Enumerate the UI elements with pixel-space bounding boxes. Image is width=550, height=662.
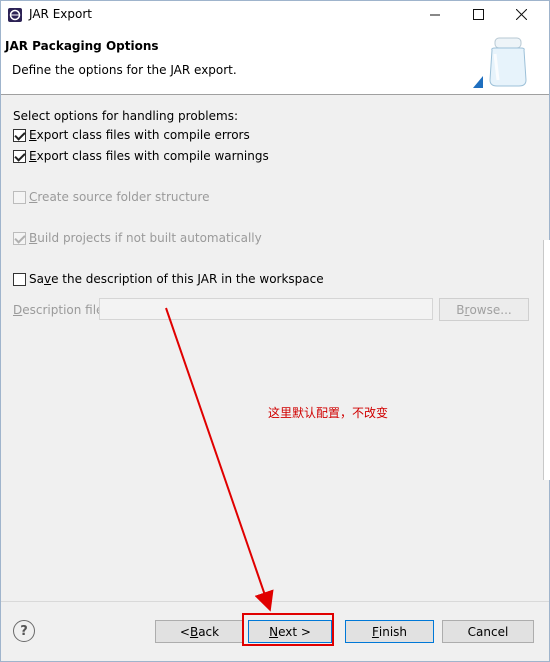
back-button[interactable]: < Back xyxy=(155,620,244,643)
description-file-input[interactable] xyxy=(99,298,433,320)
browse-button[interactable]: Br owse... xyxy=(439,298,529,321)
problems-group-label: Select options for handling problems: xyxy=(13,109,238,123)
description-file-label: Description file: xyxy=(13,303,108,317)
build-projects-label: Build projects if not built automaticall… xyxy=(29,231,262,245)
source-folder-label: Create source folder structure xyxy=(29,190,210,204)
background-window-edge xyxy=(543,240,550,480)
source-folder-option[interactable]: Create source folder structure xyxy=(13,189,209,205)
cancel-button[interactable]: Cancel xyxy=(442,620,534,643)
export-errors-option[interactable]: Export class files with compile errors xyxy=(13,127,250,143)
source-folder-checkbox[interactable] xyxy=(13,190,26,204)
help-icon[interactable]: ? xyxy=(13,620,35,642)
jar-icon xyxy=(471,36,531,90)
export-warnings-checkbox[interactable] xyxy=(13,149,26,163)
close-button[interactable] xyxy=(498,1,544,28)
minimize-icon xyxy=(430,14,440,15)
maximize-icon xyxy=(472,9,484,20)
window-title: JAR Export xyxy=(29,7,92,21)
export-errors-label: Export class files with compile errors xyxy=(29,128,250,142)
maximize-button[interactable] xyxy=(455,1,501,28)
annotation-highlight-box xyxy=(242,613,334,646)
save-description-label: Save the description of this JAR in the … xyxy=(29,272,324,286)
save-description-option[interactable]: Save the description of this JAR in the … xyxy=(13,271,324,287)
options-panel: Select options for handling problems: Ex… xyxy=(1,96,549,601)
export-errors-checkbox[interactable] xyxy=(13,128,26,142)
build-projects-option[interactable]: Build projects if not built automaticall… xyxy=(13,230,262,246)
annotation-note: 这里默认配置，不改变 xyxy=(268,406,389,420)
wizard-header: JAR Packaging Options Define the options… xyxy=(1,28,549,95)
build-projects-checkbox[interactable] xyxy=(13,231,26,245)
export-warnings-option[interactable]: Export class files with compile warnings xyxy=(13,148,269,164)
minimize-button[interactable] xyxy=(412,1,458,28)
close-icon xyxy=(515,9,527,20)
page-title: JAR Packaging Options xyxy=(5,39,159,53)
page-description: Define the options for the JAR export. xyxy=(12,63,237,77)
eclipse-icon xyxy=(7,7,23,23)
jar-export-dialog: JAR Export JAR Packaging Options Define … xyxy=(0,0,550,662)
finish-button[interactable]: Finish xyxy=(345,620,434,643)
export-warnings-label: Export class files with compile warnings xyxy=(29,149,269,163)
save-description-checkbox[interactable] xyxy=(13,272,26,286)
title-bar: JAR Export xyxy=(1,1,549,28)
